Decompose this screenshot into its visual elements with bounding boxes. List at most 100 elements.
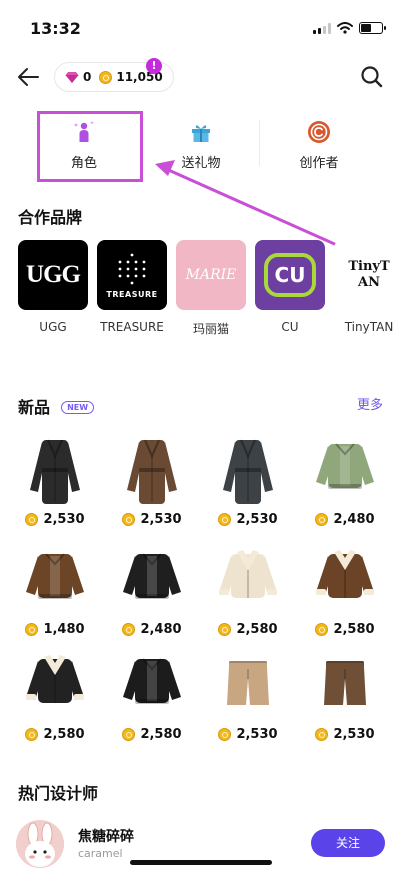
long-coat-icon: [127, 439, 177, 504]
status-icons: [313, 22, 386, 34]
product-price: 2,530: [200, 512, 296, 527]
coin-icon: [122, 623, 136, 636]
new-badge: NEW: [61, 401, 95, 414]
price-value: 2,530: [236, 727, 278, 742]
price-value: 2,480: [333, 512, 375, 527]
product-item[interactable]: 2,580: [7, 645, 103, 750]
jacket-icon: [123, 658, 181, 704]
brand-name: TREASURE: [100, 320, 164, 334]
jacket-icon: [316, 443, 374, 489]
price-value: 2,530: [236, 512, 278, 527]
tab-character-label: 角色: [70, 156, 97, 171]
more-link[interactable]: 更多: [357, 394, 383, 413]
product-item[interactable]: 2,530: [7, 430, 103, 535]
product-price: 2,480: [297, 512, 393, 527]
tab-creator-label: 创作者: [299, 156, 339, 171]
gem-icon: [65, 72, 79, 83]
price-value: 2,530: [43, 512, 85, 527]
product-item[interactable]: 2,480: [297, 430, 393, 535]
brand-logo-ugg: UGG: [18, 240, 88, 310]
brand-item[interactable]: TREASURE TREASURE: [97, 240, 167, 334]
bunny-avatar-icon: [16, 820, 64, 868]
brand-logo-treasure: TREASURE: [97, 240, 167, 310]
status-time: 13:32: [30, 19, 81, 38]
product-item[interactable]: 1,480: [7, 540, 103, 645]
product-item[interactable]: 2,580: [297, 540, 393, 645]
long-coat-icon: [30, 439, 80, 504]
brand-logo-tinytan: TinyTAN: [334, 240, 401, 310]
designer-name: 焦糖碎碎: [78, 829, 134, 845]
brands-list: UGG UGG TREASURE TREASURE MARIE 玛丽猫 CU C…: [18, 240, 401, 340]
tinytan-logo-text: TinyTAN: [348, 259, 390, 290]
product-item[interactable]: 2,580: [104, 645, 200, 750]
price-value: 1,480: [43, 622, 85, 637]
price-value: 2,530: [333, 727, 375, 742]
character-icon: [74, 121, 94, 142]
shearling-jacket-icon: [219, 550, 277, 598]
brand-item[interactable]: MARIE 玛丽猫: [176, 240, 246, 337]
brand-item[interactable]: CU CU: [255, 240, 325, 334]
coin-icon: [315, 728, 329, 741]
home-indicator: [130, 860, 272, 865]
product-price: 2,480: [104, 622, 200, 637]
ugg-logo-text: UGG: [26, 261, 81, 288]
brand-item[interactable]: UGG UGG: [18, 240, 88, 334]
brand-name: UGG: [39, 320, 67, 334]
battery-icon: [359, 22, 386, 34]
brand-name: 玛丽猫: [192, 322, 229, 336]
jacket-icon: [26, 553, 84, 599]
product-price: 2,530: [104, 512, 200, 527]
designer-handle: caramel: [78, 847, 123, 860]
coin-icon: [25, 728, 39, 741]
product-item[interactable]: 2,480: [104, 540, 200, 645]
price-value: 2,580: [43, 727, 85, 742]
tab-character[interactable]: 角色: [24, 110, 144, 182]
tab-gift[interactable]: 送礼物: [141, 110, 261, 182]
designer-avatar[interactable]: [16, 820, 64, 868]
designers-title: 热门设计师: [18, 784, 99, 803]
back-arrow-icon[interactable]: [16, 64, 42, 90]
marie-logo-text: MARIE: [185, 267, 237, 283]
product-item[interactable]: 2,530: [104, 430, 200, 535]
gift-icon: [192, 125, 210, 142]
cu-bubble: CU: [264, 253, 316, 297]
product-item[interactable]: 2,530: [297, 645, 393, 750]
product-item[interactable]: 2,530: [200, 430, 296, 535]
product-price: 2,580: [200, 622, 296, 637]
product-item[interactable]: 2,530: [200, 645, 296, 750]
price-value: 2,580: [236, 622, 278, 637]
shearling-jacket-icon: [26, 655, 84, 703]
coin-icon: [122, 728, 136, 741]
product-item[interactable]: 2,580: [200, 540, 296, 645]
shorts-icon: [227, 661, 269, 705]
brand-name: CU: [281, 320, 299, 334]
price-value: 2,480: [140, 622, 182, 637]
brand-logo-marie: MARIE: [176, 240, 246, 310]
product-price: 2,530: [200, 727, 296, 742]
new-section-header: 新品 NEW 更多: [18, 394, 383, 417]
tab-gift-label: 送礼物: [181, 156, 221, 171]
price-value: 2,530: [140, 512, 182, 527]
tab-creator[interactable]: 创作者: [259, 110, 379, 182]
coin-icon: [25, 513, 39, 526]
shearling-jacket-icon: [316, 550, 374, 598]
product-price: 2,580: [7, 727, 103, 742]
follow-button[interactable]: 关注: [311, 829, 385, 857]
creator-icon: [308, 121, 330, 143]
treasure-dots-icon: [118, 253, 146, 284]
signal-icon: [313, 22, 331, 34]
notification-badge[interactable]: !: [146, 58, 162, 74]
long-coat-icon: [223, 439, 273, 504]
cu-logo-text: CU: [274, 263, 306, 287]
product-price: 2,530: [7, 512, 103, 527]
coin-icon: [122, 513, 136, 526]
search-icon[interactable]: [359, 64, 385, 90]
top-bar: 0 11,050 !: [0, 58, 401, 96]
new-section-title: 新品: [18, 398, 51, 417]
gem-count: 0: [83, 70, 92, 84]
product-price: 2,530: [297, 727, 393, 742]
product-price: 2,580: [104, 727, 200, 742]
coin-icon: [315, 623, 329, 636]
brand-item[interactable]: TinyTAN TinyTAN: [334, 240, 401, 334]
product-price: 2,580: [297, 622, 393, 637]
